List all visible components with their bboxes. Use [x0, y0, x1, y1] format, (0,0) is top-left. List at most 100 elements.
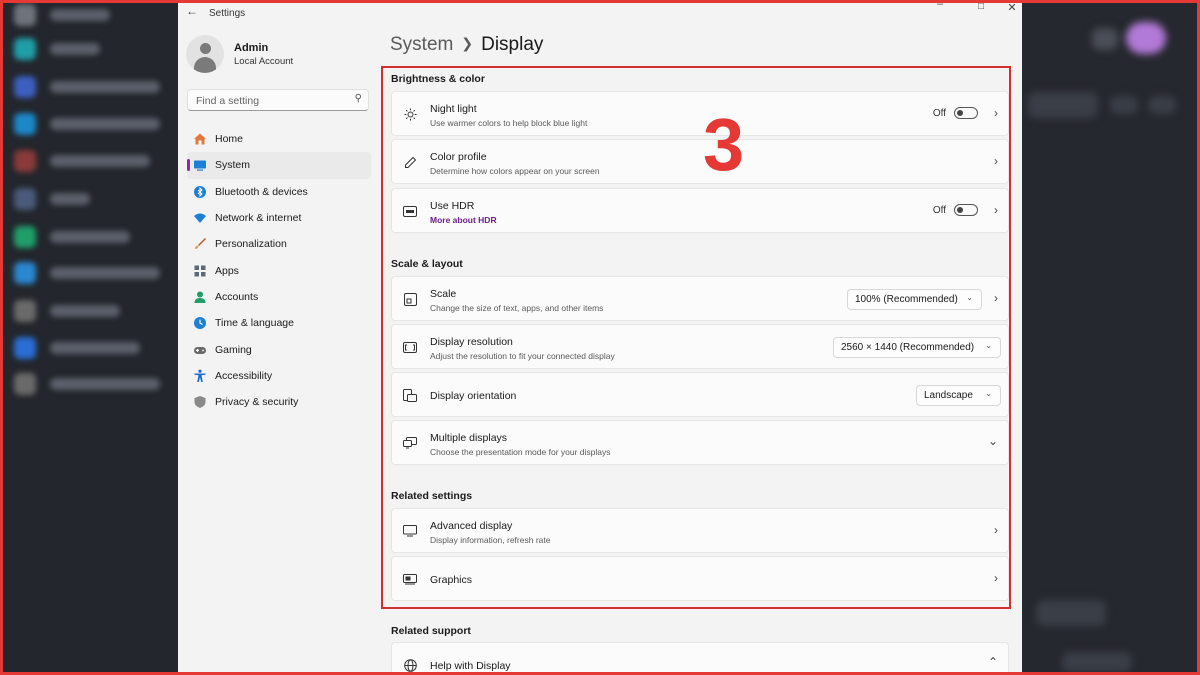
- hdr-toggle[interactable]: [954, 204, 978, 216]
- section-title-brightness: Brightness & color: [391, 73, 485, 85]
- help-with-display-title: Help with Display: [430, 660, 511, 672]
- sidebar-item-apps[interactable]: Apps: [187, 257, 371, 283]
- orientation-icon: [403, 388, 417, 402]
- hdr-icon: [403, 204, 417, 218]
- sidebar-item-label: Time & language: [215, 317, 294, 330]
- color-profile-row[interactable]: Color profile Determine how colors appea…: [391, 139, 1009, 184]
- system-icon: [193, 158, 207, 172]
- sidebar-item-network[interactable]: Network & internet: [187, 205, 371, 231]
- background-right-blurred: [1022, 0, 1200, 675]
- display-orientation-row[interactable]: Display orientation Landscape ⌄: [391, 372, 1009, 417]
- chevron-up-icon: ⌃: [987, 655, 998, 669]
- scale-row[interactable]: Scale Change the size of text, apps, and…: [391, 276, 1009, 321]
- time-language-icon: [193, 316, 207, 330]
- user-account-type: Local Account: [234, 56, 294, 67]
- night-light-title: Night light: [430, 103, 477, 115]
- sidebar-item-system[interactable]: System: [187, 152, 371, 179]
- help-with-display-row[interactable]: Help with Display ⌃: [391, 642, 1009, 675]
- gaming-icon: [193, 343, 207, 357]
- accounts-icon: [193, 290, 207, 304]
- use-hdr-title: Use HDR: [430, 200, 475, 212]
- sidebar-item-label: Home: [215, 133, 244, 146]
- sidebar-item-time-language[interactable]: Time & language: [187, 310, 371, 336]
- advanced-display-title: Advanced display: [430, 520, 513, 532]
- annotation-step-number: 3: [703, 103, 745, 186]
- avatar: [186, 35, 224, 73]
- multiple-displays-row[interactable]: Multiple displays Choose the presentatio…: [391, 420, 1009, 465]
- background-left-blurred: [0, 0, 178, 675]
- close-icon[interactable]: ✕: [1002, 1, 1022, 14]
- chevron-right-icon: ›: [994, 523, 998, 537]
- settings-window: ← Settings – □ ✕ Admin Local Account ⚲ H…: [178, 0, 1022, 675]
- chevron-down-icon: ⌄: [985, 341, 992, 350]
- more-about-hdr-link[interactable]: More about HDR: [430, 215, 497, 225]
- breadcrumb: System ❯ Display: [390, 34, 543, 56]
- brush-icon: [193, 237, 207, 251]
- display-resolution-row[interactable]: Display resolution Adjust the resolution…: [391, 324, 1009, 369]
- sidebar-item-personalization[interactable]: Personalization: [187, 231, 371, 257]
- page-title: Display: [481, 34, 544, 55]
- sidebar-item-label: Accessibility: [215, 369, 273, 382]
- sidebar-item-label: Bluetooth & devices: [215, 185, 308, 198]
- sidebar-nav: Home System Bluetooth & devices Network …: [187, 126, 371, 415]
- sidebar-item-label: Personalization: [215, 238, 287, 251]
- chevron-right-icon: ›: [994, 203, 998, 217]
- night-light-subtitle: Use warmer colors to help block blue lig…: [430, 118, 588, 128]
- section-title-related-settings: Related settings: [391, 490, 473, 502]
- graphics-row[interactable]: Graphics ›: [391, 556, 1009, 601]
- orientation-dropdown-value: Landscape: [924, 390, 973, 401]
- user-name: Admin: [234, 42, 269, 54]
- sidebar-item-home[interactable]: Home: [187, 126, 371, 152]
- maximize-icon[interactable]: □: [971, 1, 991, 12]
- apps-icon: [193, 264, 207, 278]
- title-bar: ← Settings – □ ✕: [178, 0, 1022, 26]
- chevron-down-icon: ⌄: [987, 434, 998, 448]
- resolution-dropdown[interactable]: 2560 × 1440 (Recommended) ⌄: [833, 337, 1001, 358]
- search-input[interactable]: [194, 91, 348, 111]
- scale-title: Scale: [430, 288, 457, 300]
- night-light-toggle-group: Off: [933, 107, 978, 119]
- sidebar-item-gaming[interactable]: Gaming: [187, 336, 371, 362]
- search-box[interactable]: ⚲: [187, 89, 369, 111]
- sidebar-item-bluetooth[interactable]: Bluetooth & devices: [187, 179, 371, 205]
- accessibility-icon: [193, 369, 207, 383]
- network-icon: [193, 211, 207, 225]
- orientation-dropdown[interactable]: Landscape ⌄: [916, 385, 1001, 406]
- multiple-displays-title: Multiple displays: [430, 432, 508, 444]
- minimize-icon[interactable]: –: [930, 0, 950, 10]
- graphics-title: Graphics: [430, 574, 473, 586]
- resolution-dropdown-value: 2560 × 1440 (Recommended): [841, 342, 975, 353]
- section-title-related-support: Related support: [391, 625, 471, 637]
- back-arrow-icon[interactable]: ←: [186, 4, 198, 18]
- night-light-row[interactable]: Night light Use warmer colors to help bl…: [391, 91, 1009, 136]
- use-hdr-row[interactable]: Use HDR More about HDR Off ›: [391, 188, 1009, 233]
- sidebar-item-privacy-security[interactable]: Privacy & security: [187, 389, 371, 415]
- chevron-right-icon: ❯: [461, 35, 474, 51]
- user-account-card[interactable]: Admin Local Account: [186, 33, 386, 77]
- sidebar-item-label: Accounts: [215, 290, 259, 303]
- advanced-display-row[interactable]: Advanced display Display information, re…: [391, 508, 1009, 553]
- chevron-right-icon: ›: [994, 291, 998, 305]
- night-light-toggle[interactable]: [954, 107, 978, 119]
- search-icon[interactable]: ⚲: [355, 93, 362, 104]
- display-resolution-title: Display resolution: [430, 336, 513, 348]
- scale-subtitle: Change the size of text, apps, and other…: [430, 303, 604, 313]
- sidebar-item-accounts[interactable]: Accounts: [187, 284, 371, 310]
- breadcrumb-parent-link[interactable]: System: [390, 34, 453, 55]
- section-title-scale-layout: Scale & layout: [391, 258, 463, 270]
- home-icon: [193, 132, 207, 146]
- sidebar-item-label: Privacy & security: [215, 396, 299, 409]
- chevron-right-icon: ›: [994, 106, 998, 120]
- sidebar-item-accessibility[interactable]: Accessibility: [187, 363, 371, 389]
- sidebar-item-label: Gaming: [215, 343, 252, 356]
- chevron-right-icon: ›: [994, 154, 998, 168]
- hdr-state: Off: [932, 204, 946, 216]
- scale-dropdown[interactable]: 100% (Recommended) ⌄: [847, 289, 982, 310]
- app-title: Settings: [209, 8, 246, 19]
- resolution-icon: [403, 340, 417, 354]
- brightness-icon: [403, 107, 417, 121]
- display-orientation-title: Display orientation: [430, 390, 517, 402]
- sidebar-item-label: Apps: [215, 264, 239, 277]
- globe-icon: [403, 658, 417, 672]
- display-resolution-subtitle: Adjust the resolution to fit your connec…: [430, 351, 615, 361]
